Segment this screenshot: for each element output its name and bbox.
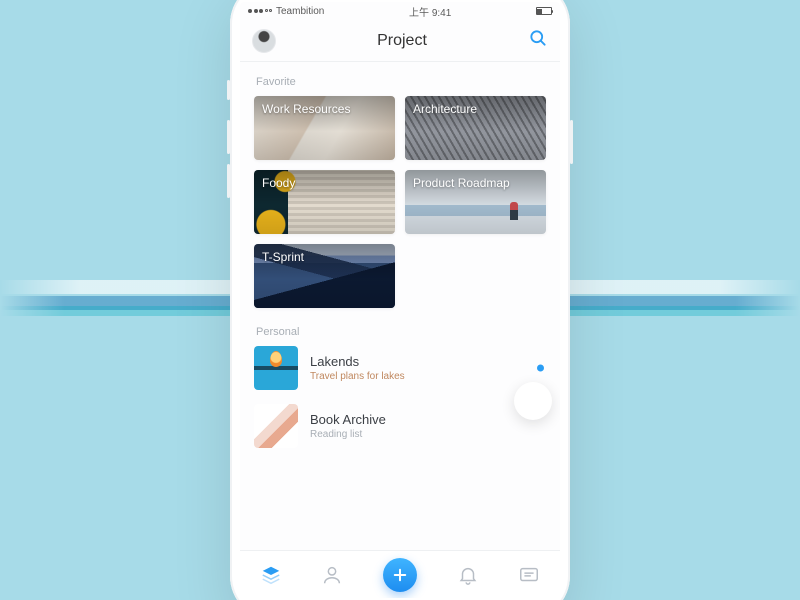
card-title: Product Roadmap [413, 176, 510, 190]
list-item-subtitle: Reading list [310, 429, 386, 440]
bell-icon [457, 564, 479, 586]
clock-label: 上午 9:41 [409, 4, 451, 19]
list-item-subtitle: Travel plans for lakes [310, 371, 405, 382]
section-label-favorite: Favorite [256, 76, 546, 88]
search-icon [528, 28, 548, 48]
list-item-title: Lakends [310, 354, 405, 369]
phone-device-frame: Teambition 上午 9:41 Project Favorite Work [230, 0, 570, 600]
tab-add-button[interactable] [383, 558, 417, 592]
battery-icon [536, 7, 552, 15]
list-item[interactable]: Lakends Travel plans for lakes [254, 346, 546, 390]
layers-icon [260, 564, 282, 586]
project-card-t-sprint[interactable]: T-Sprint [254, 244, 395, 308]
tab-contacts[interactable] [321, 564, 343, 586]
card-title: T-Sprint [262, 250, 304, 264]
project-card-foody[interactable]: Foody [254, 170, 395, 234]
card-title: Work Resources [262, 102, 350, 116]
tab-messages[interactable] [518, 564, 540, 586]
list-item-title: Book Archive [310, 412, 386, 427]
tab-notifications[interactable] [457, 564, 479, 586]
signal-dots-icon [248, 9, 272, 13]
section-label-personal: Personal [256, 326, 546, 338]
project-thumb [254, 346, 298, 390]
nav-header: Project [240, 20, 560, 62]
card-title: Architecture [413, 102, 477, 116]
person-icon [321, 564, 343, 586]
project-thumb [254, 404, 298, 448]
chat-icon [518, 564, 540, 586]
list-item[interactable]: Book Archive Reading list [254, 404, 546, 448]
status-bar: Teambition 上午 9:41 [240, 2, 560, 20]
project-card-product-roadmap[interactable]: Product Roadmap [405, 170, 546, 234]
avatar[interactable] [252, 29, 276, 53]
tab-projects[interactable] [260, 564, 282, 586]
card-title: Foody [262, 176, 295, 190]
unread-dot-icon [537, 365, 544, 372]
project-card-work-resources[interactable]: Work Resources [254, 96, 395, 160]
tab-bar [240, 550, 560, 598]
content-scroll[interactable]: Favorite Work Resources Architecture Foo… [240, 62, 560, 550]
carrier-label: Teambition [276, 6, 324, 17]
search-button[interactable] [528, 28, 548, 53]
project-card-architecture[interactable]: Architecture [405, 96, 546, 160]
plus-icon [391, 566, 409, 584]
screen: Teambition 上午 9:41 Project Favorite Work [240, 2, 560, 598]
page-title: Project [377, 32, 427, 50]
